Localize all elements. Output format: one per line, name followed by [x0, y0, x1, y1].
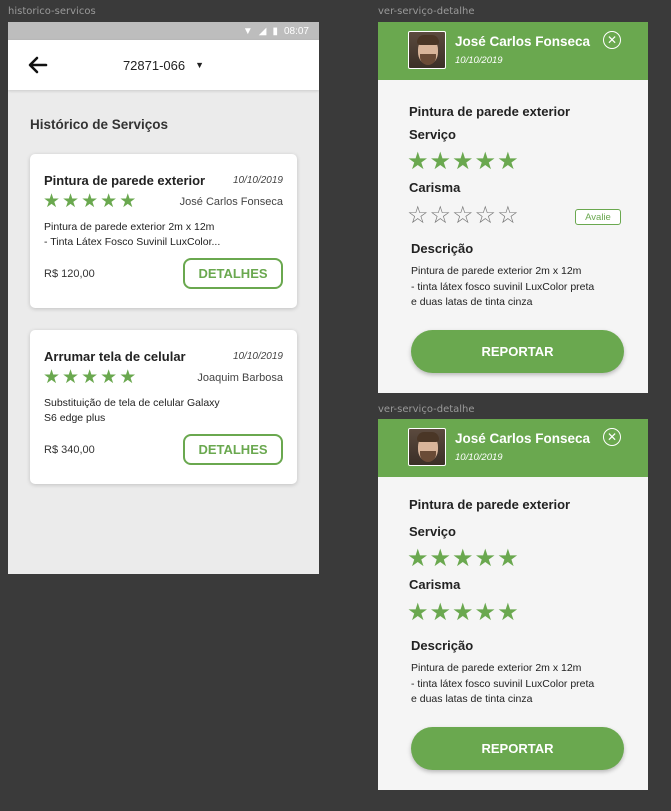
close-button[interactable]: ✕ — [603, 31, 621, 49]
arrow-left-icon — [28, 56, 48, 74]
service-price: R$ 120,00 — [44, 268, 95, 280]
service-title: Pintura de parede exterior — [44, 173, 206, 188]
app-bar: 72871-066 ▼ — [8, 40, 319, 90]
star-icon: ★ — [119, 367, 137, 388]
descricao-text: Pintura de parede exterior 2m x 12m - ti… — [411, 265, 595, 308]
frame-label-detalhe-2: ver-serviço-detalhe — [378, 404, 475, 415]
star-icon: ★ — [62, 367, 80, 388]
close-icon: ✕ — [606, 430, 618, 444]
status-bar: ▼ ◢ ▮ 08:07 — [8, 22, 319, 40]
star-icon: ★ — [474, 545, 497, 572]
provider-name: José Carlos Fonseca — [179, 196, 283, 208]
descricao-label: Descrição — [411, 241, 474, 256]
service-date: 10/10/2019 — [455, 452, 503, 463]
service-title: Arrumar tela de celular — [44, 349, 186, 364]
descricao-label: Descrição — [411, 638, 474, 653]
service-card: Arrumar tela de celular 10/10/2019 ★ ★ ★… — [30, 330, 297, 484]
star-icon: ★ — [62, 191, 80, 212]
carisma-rating: ★ ★ ★ ★ ★ — [407, 601, 519, 625]
star-icon: ★ — [429, 148, 452, 175]
star-icon: ★ — [81, 191, 99, 212]
star-icon: ★ — [474, 148, 497, 175]
service-title: Pintura de parede exterior — [409, 497, 571, 512]
provider-name: José Carlos Fonseca — [455, 431, 591, 446]
star-icon: ★ — [407, 545, 429, 572]
detail-header: José Carlos Fonseca 10/10/2019 ✕ — [378, 419, 648, 477]
service-date: 10/10/2019 — [455, 55, 503, 66]
service-description: Pintura de parede exterior 2m x 12m - Ti… — [44, 221, 221, 248]
page-title: Histórico de Serviços — [30, 117, 169, 132]
service-description: Substituição de tela de celular Galaxy S… — [44, 397, 220, 424]
star-outline-icon[interactable]: ☆ — [452, 204, 474, 228]
rating-stars: ★ ★ ★ ★ ★ — [43, 368, 136, 387]
caret-down-icon: ▼ — [195, 60, 205, 70]
star-outline-icon[interactable]: ☆ — [475, 204, 497, 228]
descricao-text: Pintura de parede exterior 2m x 12m - ti… — [411, 662, 595, 705]
star-icon: ★ — [452, 545, 474, 572]
service-card: Pintura de parede exterior 10/10/2019 ★ … — [30, 154, 297, 308]
cep-value: 72871-066 — [122, 57, 186, 73]
avalie-button[interactable]: Avalie — [575, 209, 621, 225]
star-icon: ★ — [407, 599, 429, 626]
star-outline-icon[interactable]: ☆ — [430, 204, 452, 228]
star-icon: ★ — [43, 191, 61, 212]
close-icon: ✕ — [606, 33, 618, 47]
rating-stars: ★ ★ ★ ★ ★ — [43, 192, 136, 211]
detail-header: José Carlos Fonseca 10/10/2019 ✕ — [378, 22, 648, 80]
report-button[interactable]: REPORTAR — [411, 330, 624, 373]
star-outline-icon[interactable]: ☆ — [407, 204, 429, 228]
frame-label-historico: historico-servicos — [8, 6, 96, 17]
service-date: 10/10/2019 — [232, 175, 283, 186]
avatar — [408, 428, 446, 466]
service-detail-panel: José Carlos Fonseca 10/10/2019 ✕ Pintura… — [378, 419, 648, 790]
servico-rating: ★ ★ ★ ★ ★ — [407, 150, 519, 174]
signal-icon: ◢ — [258, 25, 267, 37]
star-icon: ★ — [474, 599, 497, 626]
star-icon: ★ — [43, 367, 61, 388]
star-outline-icon[interactable]: ☆ — [497, 204, 519, 228]
battery-icon: ▮ — [272, 25, 278, 37]
star-icon: ★ — [429, 545, 452, 572]
star-icon: ★ — [429, 599, 452, 626]
carisma-rating-input[interactable]: ☆ ☆ ☆ ☆ ☆ — [407, 204, 519, 228]
star-icon: ★ — [407, 148, 429, 175]
star-icon: ★ — [452, 599, 474, 626]
historico-servicos-screen: ▼ ◢ ▮ 08:07 72871-066 ▼ Histórico de Ser… — [8, 22, 319, 574]
details-button[interactable]: DETALHES — [183, 434, 283, 465]
star-icon: ★ — [497, 545, 519, 572]
star-icon: ★ — [452, 148, 474, 175]
carisma-label: Carisma — [409, 577, 461, 592]
wifi-icon: ▼ — [242, 25, 253, 37]
details-button[interactable]: DETALHES — [183, 258, 283, 289]
servico-label: Serviço — [409, 524, 456, 539]
report-button[interactable]: REPORTAR — [411, 727, 624, 770]
servico-rating: ★ ★ ★ ★ ★ — [407, 547, 519, 571]
avatar — [408, 31, 446, 69]
back-button[interactable] — [26, 53, 50, 77]
servico-label: Serviço — [409, 127, 456, 142]
star-icon: ★ — [81, 367, 99, 388]
service-title: Pintura de parede exterior — [409, 104, 571, 119]
provider-name: José Carlos Fonseca — [455, 34, 591, 49]
provider-name: Joaquim Barbosa — [197, 372, 283, 384]
frame-label-detalhe-1: ver-serviço-detalhe — [378, 6, 475, 17]
star-icon: ★ — [497, 148, 519, 175]
star-icon: ★ — [497, 599, 519, 626]
service-detail-panel: José Carlos Fonseca 10/10/2019 ✕ Pintura… — [378, 22, 648, 393]
carisma-label: Carisma — [409, 180, 461, 195]
star-icon: ★ — [100, 367, 118, 388]
close-button[interactable]: ✕ — [603, 428, 621, 446]
star-icon: ★ — [119, 191, 137, 212]
cep-dropdown[interactable]: 72871-066 ▼ — [123, 58, 204, 73]
service-price: R$ 340,00 — [44, 444, 95, 456]
service-date: 10/10/2019 — [232, 351, 283, 362]
status-time: 08:07 — [283, 25, 309, 37]
star-icon: ★ — [100, 191, 118, 212]
